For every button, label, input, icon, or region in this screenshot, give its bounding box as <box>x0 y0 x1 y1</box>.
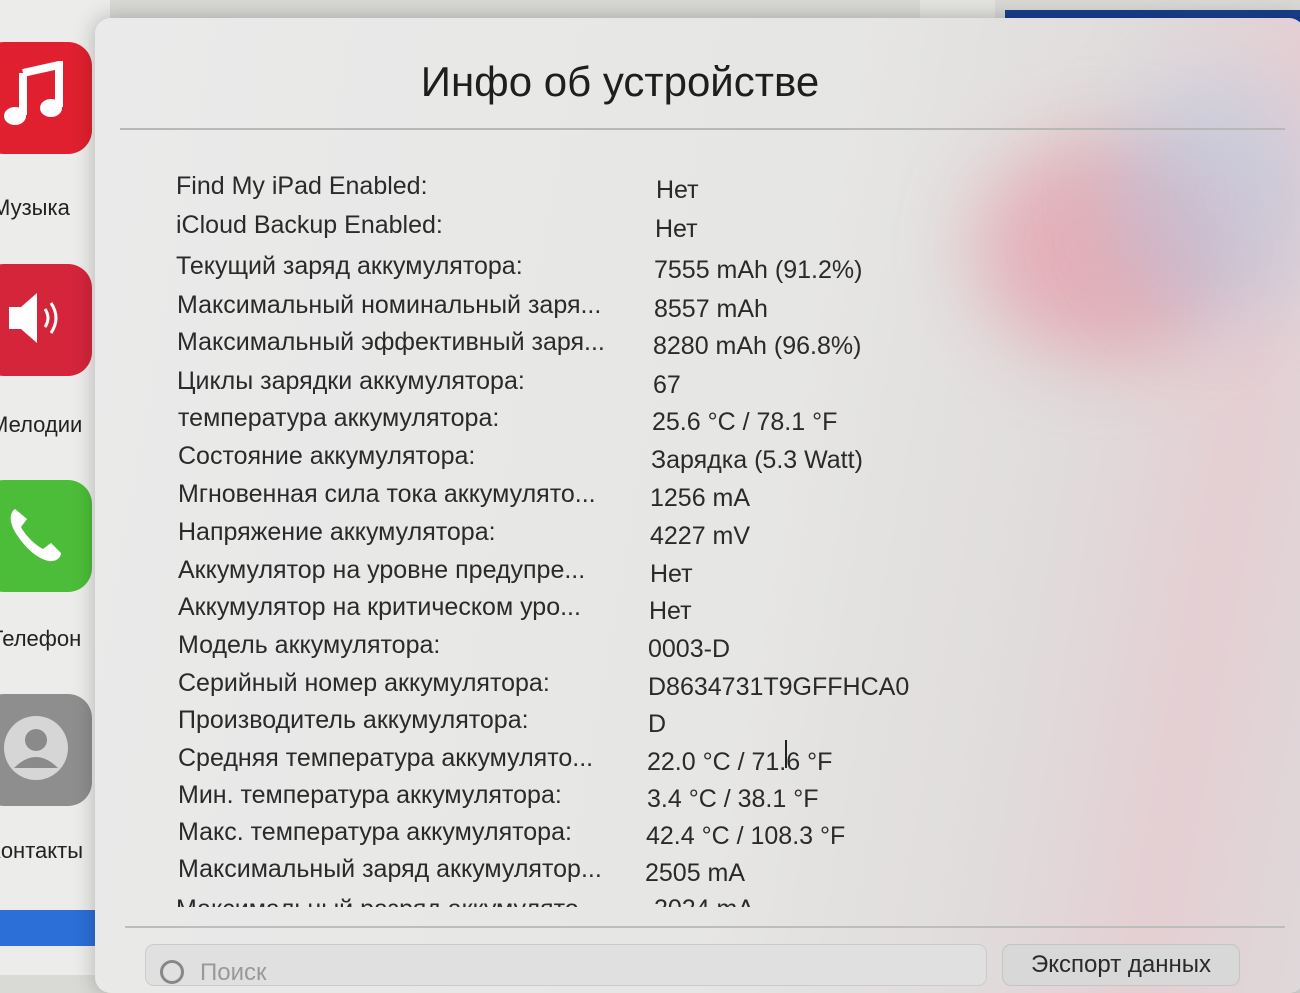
info-row-key: Циклы зарядки аккумулятора: <box>177 367 525 395</box>
glare-blob <box>1115 78 1300 318</box>
info-row-key: Макс. температура аккумулятора: <box>178 818 572 846</box>
info-row-key: Серийный номер аккумулятора: <box>178 669 550 697</box>
info-row-value: Нет <box>656 176 699 204</box>
info-row-key: Текущий заряд аккумулятора: <box>176 252 523 280</box>
info-row-key: Напряжение аккумулятора: <box>178 518 496 546</box>
info-row-value: Нет <box>655 215 698 243</box>
info-row-value: 25.6 °C / 78.1 °F <box>652 408 838 436</box>
sidebar-item-phone[interactable] <box>0 480 92 592</box>
info-row-value: 3.4 °C / 38.1 °F <box>647 785 819 813</box>
info-row-value: 67 <box>653 371 681 399</box>
info-row-value: 42.4 °C / 108.3 °F <box>646 822 846 850</box>
info-row-value: 2024 mA <box>654 895 754 907</box>
footer-divider <box>125 926 1285 928</box>
sidebar-item-label: Музыка <box>0 195 70 220</box>
info-row-key: Аккумулятор на критическом уро... <box>178 593 581 621</box>
title-divider <box>120 128 1285 130</box>
info-row-key: Find My iPad Enabled: <box>176 172 428 200</box>
info-row-value: Нет <box>649 597 692 625</box>
info-row-value: Нет <box>650 560 693 588</box>
text-cursor-icon <box>785 740 787 768</box>
info-row-key: iCloud Backup Enabled: <box>176 211 443 239</box>
info-row-key: Максимальный эффективный заря... <box>177 328 605 356</box>
info-row-key: Максимальный разряд аккумулято... <box>176 895 600 907</box>
info-row-value: 2505 mA <box>645 859 746 887</box>
info-row-value: 1256 mA <box>650 484 751 512</box>
contact-icon <box>0 708 76 793</box>
info-row-value: D8634731T9GFFHCA0 <box>648 673 910 701</box>
info-row-key: Мгновенная сила тока аккумулято... <box>178 480 596 508</box>
phone-icon <box>1 499 71 574</box>
info-row-value: Зарядка (5.3 Watt) <box>651 446 863 474</box>
export-data-button[interactable]: Экспорт данных <box>1002 944 1240 986</box>
info-row-key: Модель аккумулятора: <box>178 631 441 659</box>
sidebar-item-label: Мелодии <box>0 412 83 437</box>
speaker-icon <box>1 283 71 358</box>
info-row-key: Максимальный номинальный заря... <box>177 291 602 319</box>
app-sidebar: Музыка Мелодии Телефон Контак <box>0 0 110 975</box>
dialog-title: Инфо об устройстве <box>420 58 820 105</box>
sidebar-item-label: Контакты <box>0 838 84 863</box>
info-row-key: температура аккумулятора: <box>178 404 500 432</box>
search-placeholder: Поиск <box>200 959 267 986</box>
sidebar-item-ringtones[interactable] <box>0 264 92 376</box>
info-row-value: 8280 mAh (96.8%) <box>653 332 862 360</box>
search-input[interactable]: Поиск <box>145 944 987 986</box>
info-row-partial: Максимальный разряд аккумулято... 2024 m… <box>176 895 976 907</box>
info-row-key: Средняя температура аккумулято... <box>178 744 594 772</box>
info-row-key: Состояние аккумулятора: <box>178 442 476 470</box>
sidebar-item-contacts[interactable] <box>0 694 92 806</box>
info-row-key: Производитель аккумулятора: <box>178 706 529 734</box>
info-row-key: Максимальный заряд аккумулятор... <box>178 855 602 883</box>
info-row-value: D <box>648 710 667 738</box>
sidebar-item-label: Телефон <box>0 626 82 651</box>
sidebar-selection-bar <box>0 910 105 946</box>
info-row-value: 4227 mV <box>650 522 751 550</box>
info-row-value: 8557 mAh <box>654 295 768 323</box>
search-icon <box>160 960 184 984</box>
info-row-value: 0003-D <box>648 635 730 663</box>
info-row-key: Аккумулятор на уровне предупре... <box>178 556 586 584</box>
info-row-key: Мин. температура аккумулятора: <box>178 781 562 809</box>
info-row-value: 7555 mAh (91.2%) <box>654 256 863 284</box>
info-row-value: 22.0 °C / 71.6 °F <box>647 748 833 776</box>
